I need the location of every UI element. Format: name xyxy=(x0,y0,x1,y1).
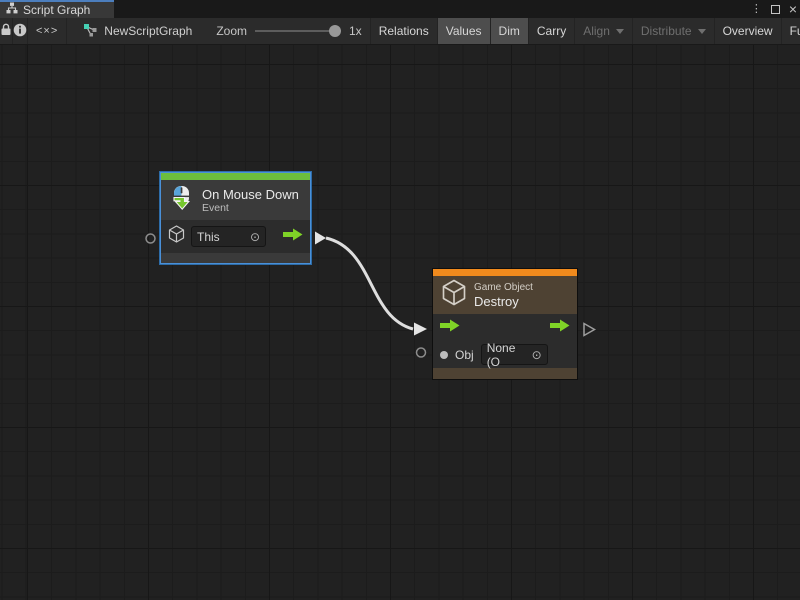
chevron-down-icon xyxy=(698,29,706,34)
node-header[interactable]: Game Object Destroy xyxy=(433,276,577,314)
zoom-control: Zoom 1x xyxy=(202,18,369,44)
node-destroy[interactable]: Game Object Destroy Ob xyxy=(432,268,578,380)
close-icon[interactable]: × xyxy=(789,0,797,18)
window-controls: ⋮ × xyxy=(751,0,797,18)
obj-port-row: Obj None (O ⊙ xyxy=(433,341,577,368)
flow-wire[interactable] xyxy=(326,238,413,329)
obj-input-field[interactable]: None (O ⊙ xyxy=(481,344,548,365)
window-menu-icon[interactable]: ⋮ xyxy=(751,0,762,18)
overview-button[interactable]: Overview xyxy=(715,18,782,44)
window-tab-bar: Script Graph ⋮ × xyxy=(0,0,800,18)
obj-label: Obj xyxy=(455,348,474,362)
fullscreen-button[interactable]: Full Screen xyxy=(782,18,800,44)
lock-icon xyxy=(0,23,12,39)
script-graph-icon xyxy=(83,23,98,40)
gameobject-cube-icon xyxy=(168,225,185,248)
obj-value: None (O xyxy=(487,341,528,369)
node-accent-strip xyxy=(161,173,310,180)
info-button[interactable] xyxy=(13,18,28,44)
node-title: Destroy xyxy=(474,294,533,309)
zoom-label: Zoom xyxy=(216,24,247,38)
graph-name-group[interactable]: NewScriptGraph xyxy=(67,18,202,44)
object-picker-icon[interactable]: ⊙ xyxy=(250,230,260,244)
distribute-button[interactable]: Distribute xyxy=(633,18,715,44)
flow-arrow-icon[interactable] xyxy=(283,228,303,246)
graph-toolbar: <×> NewScriptGraph Zoom 1x Relations Val… xyxy=(0,18,800,45)
flow-port-row xyxy=(433,314,577,341)
node-title: On Mouse Down xyxy=(202,187,299,202)
carry-button[interactable]: Carry xyxy=(529,18,575,44)
align-button[interactable]: Align xyxy=(575,18,633,44)
graph-name-label: NewScriptGraph xyxy=(104,24,192,38)
node-accent-strip xyxy=(433,269,577,276)
zoom-slider-handle[interactable] xyxy=(329,25,341,37)
maximize-icon[interactable] xyxy=(771,5,780,14)
dim-button[interactable]: Dim xyxy=(491,18,529,44)
relations-button[interactable]: Relations xyxy=(371,18,438,44)
code-view-button[interactable]: <×> xyxy=(28,18,67,44)
info-icon xyxy=(13,23,27,40)
target-port-row: This ⊙ xyxy=(161,220,310,253)
gameobject-cube-icon xyxy=(441,279,467,311)
graph-canvas[interactable]: On Mouse Down Event This ⊙ xyxy=(0,45,800,600)
mouse-down-icon xyxy=(169,185,195,216)
node-category: Game Object xyxy=(474,282,533,294)
flow-input-port-destroy[interactable] xyxy=(414,323,427,336)
node-footer xyxy=(433,368,577,379)
tab-script-graph[interactable]: Script Graph xyxy=(0,0,114,18)
object-picker-icon[interactable]: ⊙ xyxy=(532,348,542,362)
distribute-label: Distribute xyxy=(641,24,692,38)
node-header[interactable]: On Mouse Down Event xyxy=(161,180,310,220)
value-port-destroy-obj[interactable] xyxy=(417,348,426,357)
zoom-value: 1x xyxy=(349,24,362,38)
align-label: Align xyxy=(583,24,610,38)
flow-arrow-icon[interactable] xyxy=(440,319,460,337)
lock-button[interactable] xyxy=(0,18,13,44)
target-input-field[interactable]: This ⊙ xyxy=(191,226,266,247)
values-button[interactable]: Values xyxy=(438,18,491,44)
tab-title: Script Graph xyxy=(23,3,90,17)
node-on-mouse-down[interactable]: On Mouse Down Event This ⊙ xyxy=(160,172,311,264)
flow-output-port-destroy[interactable] xyxy=(584,324,595,336)
chevron-down-icon xyxy=(616,29,624,34)
value-port-omd-target[interactable] xyxy=(146,234,155,243)
flow-output-port-omd[interactable] xyxy=(315,232,326,245)
node-footer xyxy=(161,253,310,263)
zoom-slider[interactable] xyxy=(255,24,341,38)
graph-tree-icon xyxy=(6,1,18,19)
value-port-dot[interactable] xyxy=(440,351,448,359)
node-subtitle: Event xyxy=(202,202,299,214)
connection-overlay xyxy=(0,45,800,600)
flow-arrow-icon[interactable] xyxy=(550,319,570,337)
target-value: This xyxy=(197,230,220,244)
